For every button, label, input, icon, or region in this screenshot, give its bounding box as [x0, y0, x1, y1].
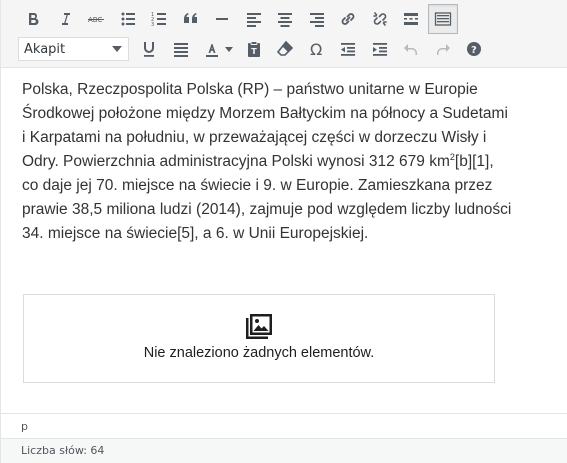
content-paragraph: Polska, Rzeczpospolita Polska (RP) – pań…: [22, 78, 512, 246]
remove-link-button[interactable]: [365, 4, 395, 34]
paste-text-button[interactable]: T: [239, 34, 269, 64]
svg-text:3: 3: [151, 22, 154, 28]
read-more-icon: [404, 13, 418, 25]
editor-content[interactable]: Polska, Rzeczpospolita Polska (RP) – pań…: [22, 78, 512, 246]
chevron-down-icon: [224, 46, 233, 52]
blockquote-button[interactable]: [176, 4, 206, 34]
editor: ABC 123: [0, 0, 567, 463]
redo-button[interactable]: [428, 34, 458, 64]
special-character-button[interactable]: Ω: [302, 34, 332, 64]
svg-text:?: ?: [471, 45, 477, 56]
horizontal-line-button[interactable]: [207, 4, 237, 34]
insert-link-button[interactable]: [333, 4, 363, 34]
increase-indent-button[interactable]: [365, 34, 395, 64]
align-left-icon: [246, 13, 261, 27]
chevron-down-icon: [112, 46, 122, 52]
text-color-button[interactable]: [197, 34, 237, 64]
outdent-icon: [341, 43, 355, 56]
help-icon: ?: [467, 42, 481, 56]
underline-button[interactable]: [134, 34, 164, 64]
strikethrough-button[interactable]: ABC: [81, 4, 111, 34]
element-path[interactable]: p: [1, 413, 567, 438]
keyboard-icon: [434, 12, 451, 26]
align-left-button[interactable]: [239, 4, 269, 34]
underline-icon: [144, 42, 154, 57]
bullet-list-button[interactable]: [113, 4, 143, 34]
gallery-icon: [246, 314, 272, 339]
eraser-icon: [276, 40, 294, 56]
gallery-empty-message: Nie znaleziono żadnych elementów.: [143, 345, 375, 361]
strikethrough-icon: ABC: [88, 16, 104, 24]
clipboard-icon: T: [247, 41, 260, 57]
quote-icon: [183, 13, 197, 23]
toolbar-toggle-button[interactable]: [427, 4, 458, 34]
paragraph-format-select[interactable]: Akapit: [18, 37, 129, 61]
italic-button[interactable]: [50, 4, 80, 34]
align-right-icon: [309, 13, 324, 27]
format-select-value: Akapit: [24, 41, 66, 57]
keyboard-shortcuts-button[interactable]: ?: [459, 34, 489, 64]
unlink-icon: [372, 12, 387, 26]
editor-toolbar: ABC 123: [1, 0, 567, 68]
numbered-list-button[interactable]: 123: [144, 4, 174, 34]
paragraph-text: Polska, Rzeczpospolita Polska (RP) – pań…: [22, 81, 508, 170]
omega-icon: Ω: [310, 40, 322, 59]
decrease-indent-button[interactable]: [333, 34, 363, 64]
toolbar-row-2: Akapit T Ω ?: [18, 34, 491, 64]
italic-icon: [61, 13, 70, 25]
toolbar-row-1: ABC 123: [18, 4, 459, 34]
align-center-button[interactable]: [270, 4, 300, 34]
align-right-button[interactable]: [302, 4, 332, 34]
numbered-list-icon: 123: [151, 12, 166, 28]
svg-text:T: T: [251, 47, 257, 56]
justify-icon: [173, 43, 188, 57]
undo-icon: [404, 44, 417, 55]
svg-text:Ω: Ω: [310, 40, 322, 59]
indent-icon: [372, 43, 387, 56]
link-icon: [341, 13, 355, 25]
word-count: Liczba słów: 64: [1, 438, 567, 463]
align-center-icon: [278, 13, 292, 27]
justify-button[interactable]: [166, 34, 196, 64]
read-more-button[interactable]: [396, 4, 426, 34]
horizontal-line-icon: [216, 18, 228, 20]
bullet-list-icon: [121, 12, 135, 26]
bold-icon: [29, 13, 39, 26]
gallery-placeholder[interactable]: Nie znaleziono żadnych elementów.: [23, 294, 495, 383]
text-color-icon: [205, 44, 218, 57]
redo-icon: [436, 44, 450, 55]
undo-button[interactable]: [396, 34, 426, 64]
clear-formatting-button[interactable]: [270, 34, 300, 64]
bold-button[interactable]: [18, 4, 48, 34]
